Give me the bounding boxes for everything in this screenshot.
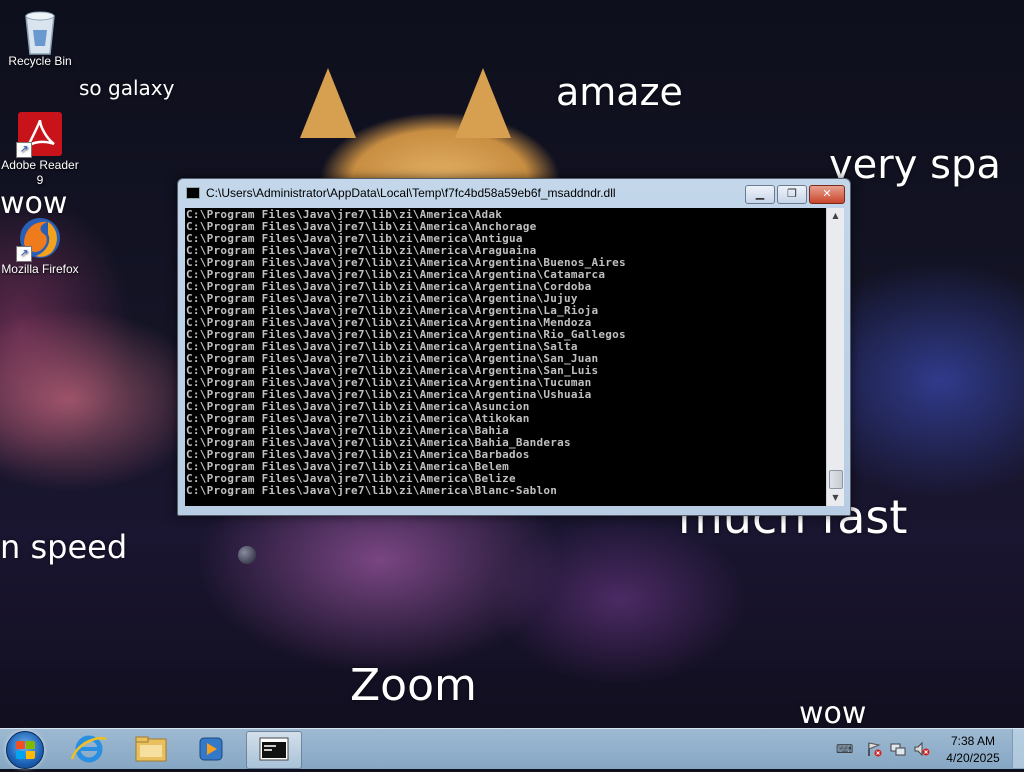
taskbar-media-player[interactable] [184, 731, 238, 767]
firefox-icon: ↗ [16, 216, 62, 262]
recycle-bin-icon [18, 8, 62, 55]
wallpaper-planet [238, 546, 256, 564]
scroll-down-arrow-icon[interactable]: ▼ [827, 490, 844, 506]
show-desktop-button[interactable] [1012, 729, 1024, 768]
media-player-icon [199, 737, 223, 761]
taskbar-console-window[interactable] [246, 731, 302, 769]
meme-text-so-galaxy: so galaxy [79, 76, 175, 100]
maximize-button[interactable]: ❐ [777, 185, 807, 204]
console-window-icon [186, 187, 200, 199]
window-title: C:\Users\Administrator\AppData\Local\Tem… [206, 186, 616, 200]
clock-time: 7:38 AM [950, 734, 996, 748]
console-window-icon [259, 737, 289, 761]
windows-start-icon[interactable] [6, 731, 44, 769]
scrollbar-thumb[interactable] [829, 470, 843, 489]
taskbar: ⌨ [0, 728, 1024, 769]
internet-explorer-icon [70, 735, 107, 763]
start-flag-green [26, 741, 35, 749]
vertical-scrollbar[interactable]: ▲ ▼ [826, 208, 844, 506]
volume-muted-icon[interactable] [914, 741, 930, 757]
desktop-icon-recycle-bin[interactable]: Recycle Bin [0, 8, 80, 69]
console-text: C:\Program Files\Java\jre7\lib\zi\Americ… [185, 208, 826, 497]
action-center-flag-icon[interactable] [866, 741, 882, 757]
meme-text-wow-bottom: wow [799, 696, 867, 731]
desktop-icon-label: Adobe Reader 9 [1, 158, 79, 187]
network-icon[interactable] [890, 741, 906, 757]
desktop-icon-label: Recycle Bin [8, 54, 72, 68]
meme-text-speed: n speed [0, 528, 128, 566]
console-window[interactable]: C:\Users\Administrator\AppData\Local\Tem… [177, 178, 851, 516]
file-explorer-icon [135, 736, 167, 762]
taskbar-internet-explorer[interactable] [62, 731, 116, 767]
desktop-icon-adobe-reader[interactable]: ↗ Adobe Reader 9 [0, 112, 80, 188]
wallpaper-doge-ear-right [455, 68, 511, 138]
scroll-up-arrow-icon[interactable]: ▲ [827, 208, 844, 224]
start-flag-blue [16, 751, 25, 759]
clock-date: 4/20/2025 [946, 751, 1000, 765]
keyboard-icon[interactable]: ⌨ [836, 741, 853, 757]
shortcut-arrow-icon: ↗ [16, 142, 32, 158]
start-flag-yellow [26, 751, 35, 759]
desktop-icon-firefox[interactable]: ↗ Mozilla Firefox [0, 216, 80, 277]
taskbar-file-explorer[interactable] [124, 731, 178, 767]
meme-text-amaze: amaze [556, 70, 683, 114]
adobe-reader-icon: ↗ [16, 112, 62, 158]
window-titlebar[interactable]: C:\Users\Administrator\AppData\Local\Tem… [178, 179, 850, 207]
wallpaper-doge-ear-left [300, 68, 356, 138]
start-flag-red [16, 741, 25, 749]
console-output[interactable]: C:\Program Files\Java\jre7\lib\zi\Americ… [185, 208, 826, 506]
minimize-button[interactable]: ▁ [745, 185, 775, 204]
desktop-icon-label: Mozilla Firefox [1, 262, 79, 276]
meme-text-zoom: Zoom [350, 660, 477, 711]
taskbar-clock[interactable]: 7:38 AM 4/20/2025 [936, 733, 1010, 767]
console-line: C:\Program Files\Java\jre7\lib\zi\Americ… [186, 484, 558, 497]
meme-text-very-spa: very spa [829, 142, 1001, 188]
close-button[interactable]: ✕ [809, 185, 845, 204]
shortcut-arrow-icon: ↗ [16, 246, 32, 262]
